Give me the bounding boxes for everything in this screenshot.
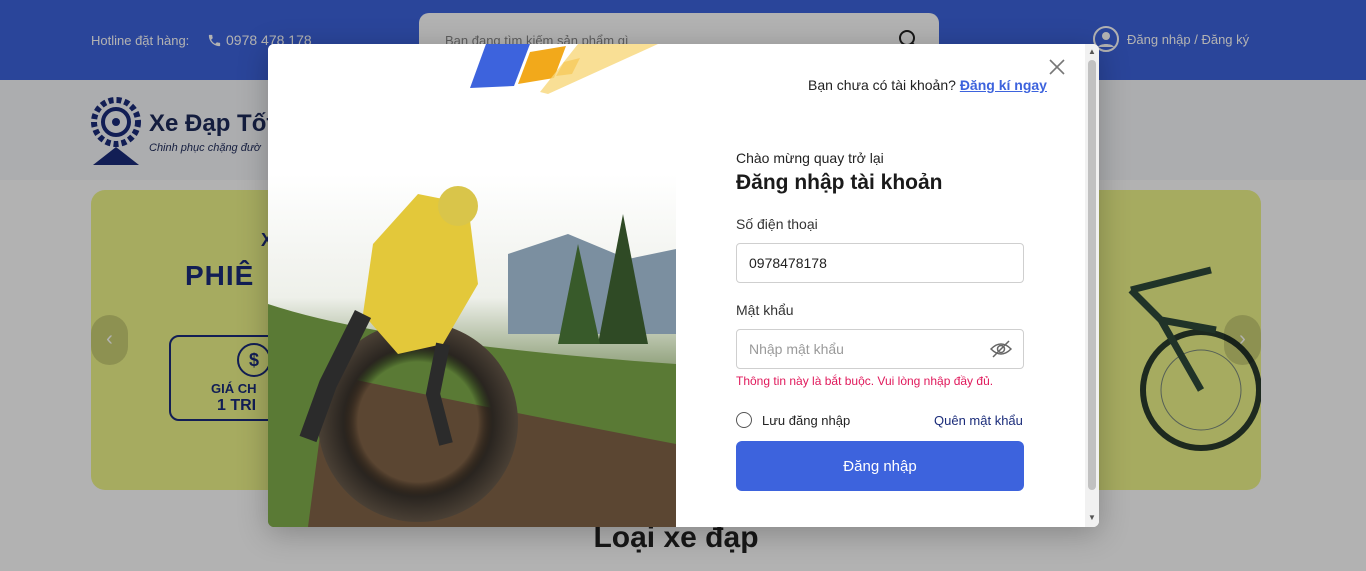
- signup-link[interactable]: Đăng kí ngay: [960, 77, 1047, 93]
- login-modal: Bạn chưa có tài khoản? Đăng kí ngay Chào…: [268, 44, 1099, 527]
- scroll-thumb[interactable]: [1088, 60, 1096, 490]
- password-error: Thông tin này là bắt buộc. Vui lòng nhập…: [736, 374, 994, 388]
- phone-input[interactable]: [736, 243, 1024, 283]
- eye-off-icon[interactable]: [990, 339, 1012, 359]
- remember-radio[interactable]: [736, 412, 752, 428]
- modal-scrollbar[interactable]: ▲ ▼: [1085, 44, 1099, 527]
- no-account-text: Bạn chưa có tài khoản?: [808, 77, 956, 93]
- password-input[interactable]: [736, 329, 1024, 369]
- close-icon[interactable]: [1046, 56, 1068, 78]
- login-title: Đăng nhập tài khoản: [736, 171, 943, 194]
- remember-label: Lưu đăng nhập: [762, 412, 851, 428]
- scroll-up-arrow-icon[interactable]: ▲: [1088, 47, 1096, 56]
- password-label: Mật khẩu: [736, 302, 794, 318]
- no-account-prompt: Bạn chưa có tài khoản? Đăng kí ngay: [808, 77, 1047, 93]
- scroll-down-arrow-icon[interactable]: ▼: [1088, 513, 1096, 522]
- remember-me-option[interactable]: Lưu đăng nhập: [736, 412, 850, 428]
- welcome-text: Chào mừng quay trở lại: [736, 150, 884, 166]
- decor-stripes: [470, 44, 658, 94]
- mountain-biker-image: [268, 44, 676, 527]
- phone-label: Số điện thoại: [736, 216, 818, 232]
- login-button[interactable]: Đăng nhập: [736, 441, 1024, 491]
- forgot-password-link[interactable]: Quên mật khẩu: [934, 413, 1023, 428]
